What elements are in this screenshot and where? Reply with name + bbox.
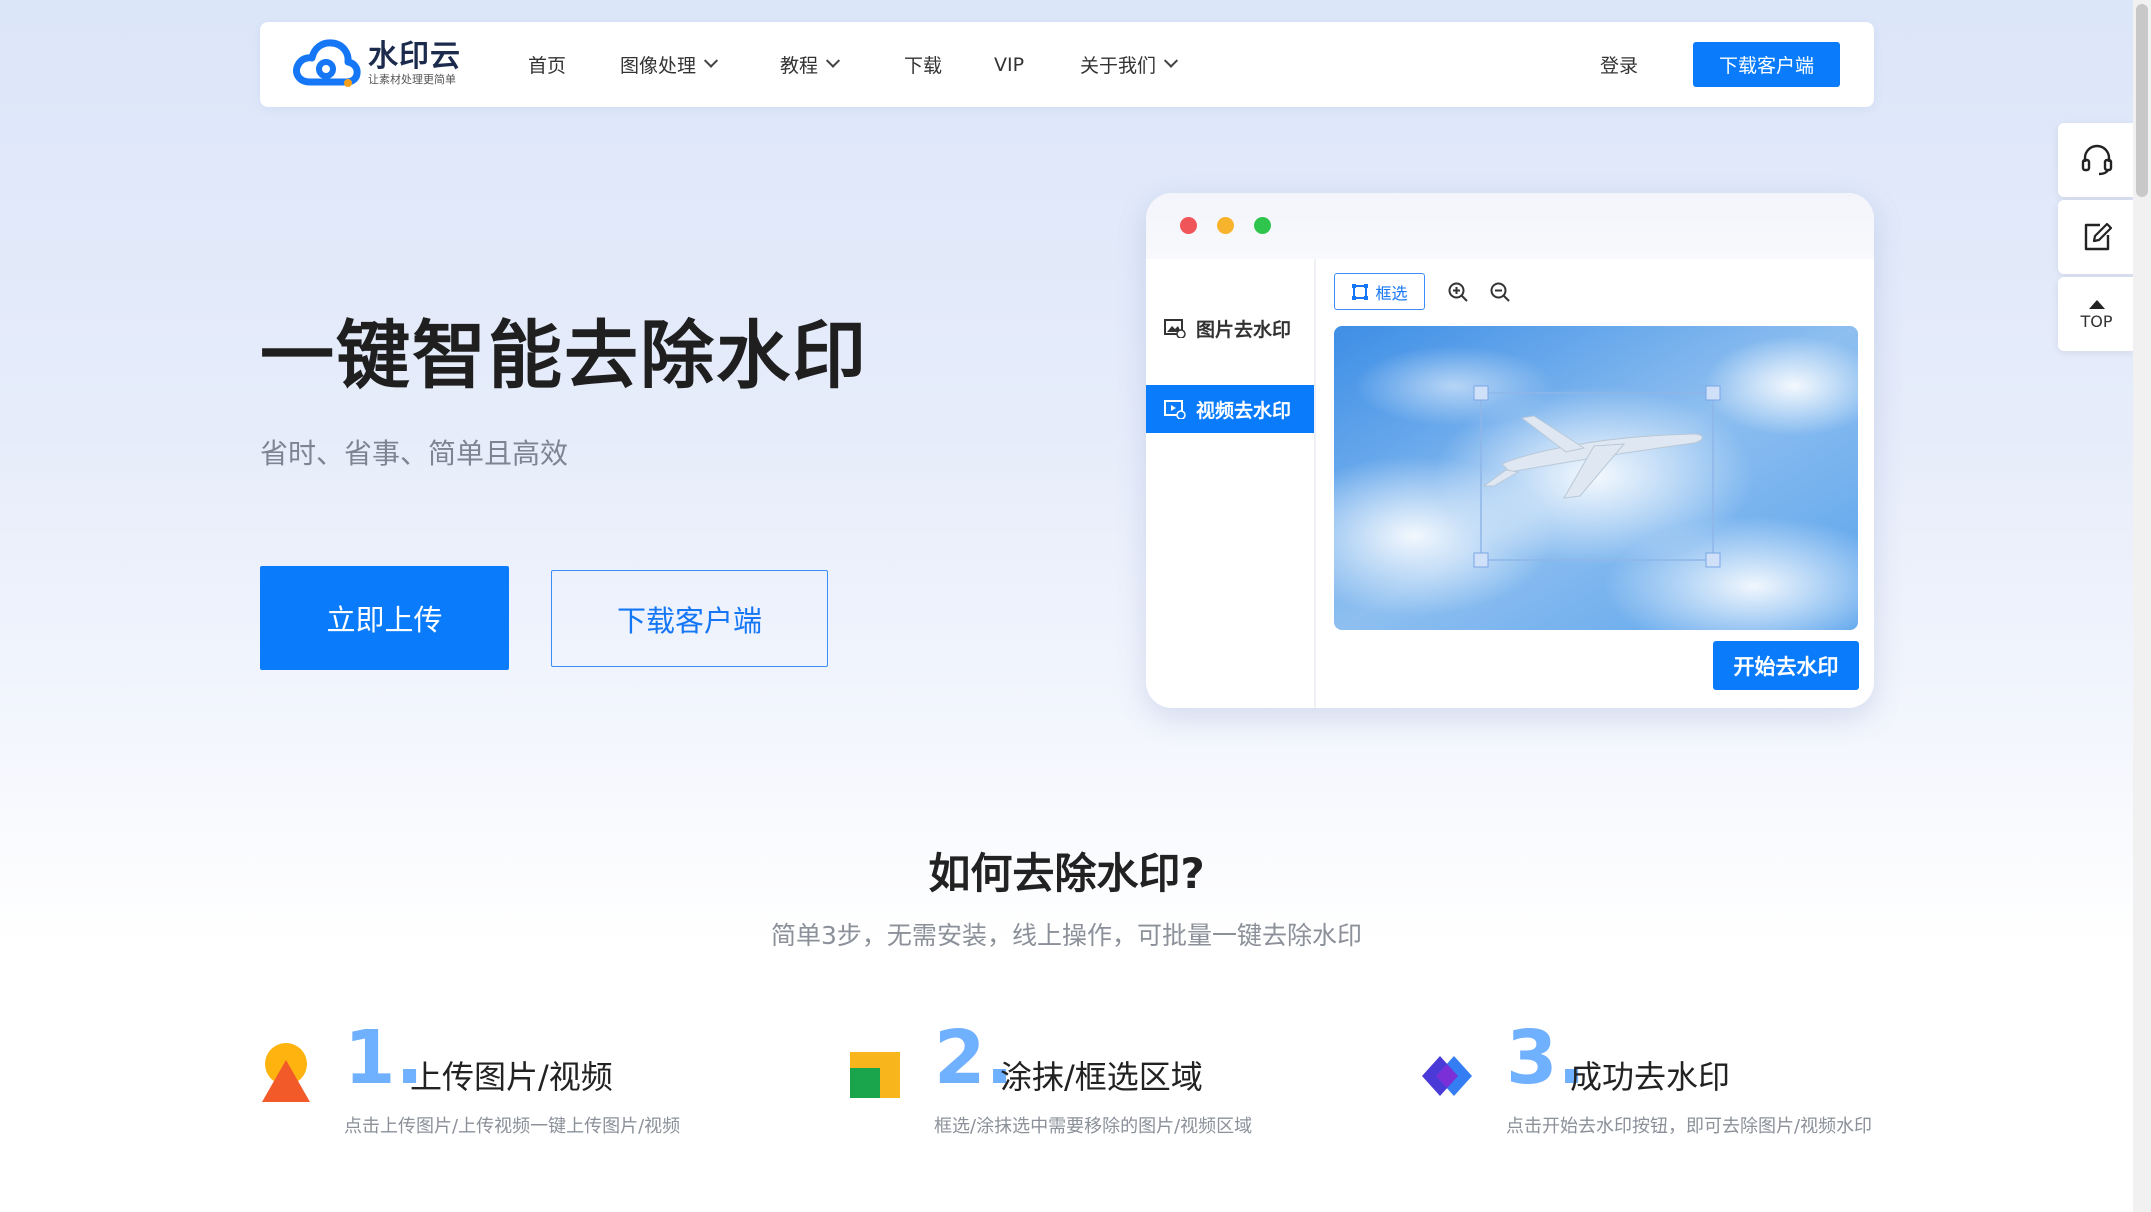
chevron-down-icon (1163, 53, 1179, 68)
nav-label: 教程 (780, 55, 819, 77)
cloud-logo-icon (293, 39, 361, 87)
image-icon (1164, 319, 1186, 338)
chevron-down-icon (703, 53, 719, 68)
step-description: 点击开始去水印按钮，即可去除图片/视频水印 (1506, 1116, 1873, 1137)
login-link[interactable]: 登录 (1600, 22, 1638, 107)
nav-item-about[interactable]: 关于我们 (1080, 22, 1179, 107)
feedback-button[interactable] (2058, 200, 2135, 274)
headset-icon (2081, 144, 2112, 176)
hero-title: 一键智能去除水印 (260, 313, 868, 399)
nav-item-tutorial[interactable]: 教程 (780, 22, 841, 107)
edit-icon (2084, 222, 2112, 251)
caret-up-icon (2088, 299, 2105, 309)
how-section-subtitle: 简单3步，无需安装，线上操作，可批量一键去除水印 (771, 921, 1362, 950)
nav-item-image-processing[interactable]: 图像处理 (620, 22, 719, 107)
box-select-tool[interactable]: 框选 (1334, 273, 1425, 310)
start-remove-watermark-button[interactable]: 开始去水印 (1713, 641, 1859, 690)
sidebar-item-label: 视频去水印 (1196, 399, 1292, 422)
customer-service-button[interactable] (2058, 123, 2135, 197)
video-icon (1164, 400, 1186, 419)
step-name: 成功去水印 (1570, 1058, 1731, 1096)
top-label: TOP (2080, 311, 2113, 331)
squares-icon (850, 1052, 900, 1098)
how-section-title: 如何去除水印? (928, 849, 1205, 898)
preview-image-canvas[interactable] (1334, 326, 1858, 630)
zoom-out-icon[interactable] (1489, 281, 1511, 303)
step-name: 上传图片/视频 (410, 1058, 613, 1096)
download-client-button[interactable]: 下载客户端 (551, 570, 828, 667)
brand-slogan: 让素材处理更简单 (368, 73, 456, 86)
top-navbar: 水印云 让素材处理更简单 首页 图像处理 教程 下载 VIP 关于我们 登录 下… (260, 22, 1874, 107)
nav-item-home[interactable]: 首页 (528, 22, 566, 107)
close-dot (1180, 217, 1197, 234)
window-titlebar (1146, 193, 1874, 259)
app-preview-window: 图片去水印 视频去水印 框选 开始去水印 (1146, 193, 1874, 708)
brand-name: 水印云 (368, 39, 461, 74)
scrollbar-thumb[interactable] (2136, 4, 2148, 197)
nav-label: 关于我们 (1080, 55, 1157, 77)
diamonds-icon (1422, 1056, 1472, 1096)
zoom-in-icon[interactable] (1447, 281, 1469, 303)
select-box-icon (1352, 283, 1369, 300)
chevron-down-icon (825, 53, 841, 68)
back-to-top-button[interactable]: TOP (2058, 277, 2135, 351)
brand-logo[interactable]: 水印云 让素材处理更简单 (292, 36, 461, 92)
nav-download-client-button[interactable]: 下载客户端 (1693, 42, 1840, 87)
preview-sidebar: 图片去水印 视频去水印 (1146, 259, 1316, 708)
maximize-dot (1254, 217, 1271, 234)
nav-label: 下载 (904, 55, 943, 77)
step-name: 涂抹/框选区域 (1000, 1058, 1203, 1096)
nav-item-download[interactable]: 下载 (904, 22, 942, 107)
shapes-icon (262, 1043, 310, 1102)
hero-subtitle: 省时、省事、简单且高效 (260, 437, 569, 470)
nav-label: 首页 (528, 55, 567, 77)
upload-now-button[interactable]: 立即上传 (260, 566, 509, 670)
nav-label: VIP (994, 53, 1025, 76)
nav-item-vip[interactable]: VIP (994, 22, 1024, 107)
sidebar-item-label: 图片去水印 (1196, 318, 1292, 341)
nav-label: 图像处理 (620, 55, 697, 77)
step-description: 点击上传图片/上传视频一键上传图片/视频 (344, 1116, 681, 1137)
minimize-dot (1217, 217, 1234, 234)
sidebar-item-video-watermark[interactable]: 视频去水印 (1146, 385, 1314, 433)
sidebar-item-image-watermark[interactable]: 图片去水印 (1146, 304, 1314, 352)
step-description: 框选/涂抹选中需要移除的图片/视频区域 (934, 1116, 1253, 1137)
select-tool-label: 框选 (1375, 283, 1408, 303)
